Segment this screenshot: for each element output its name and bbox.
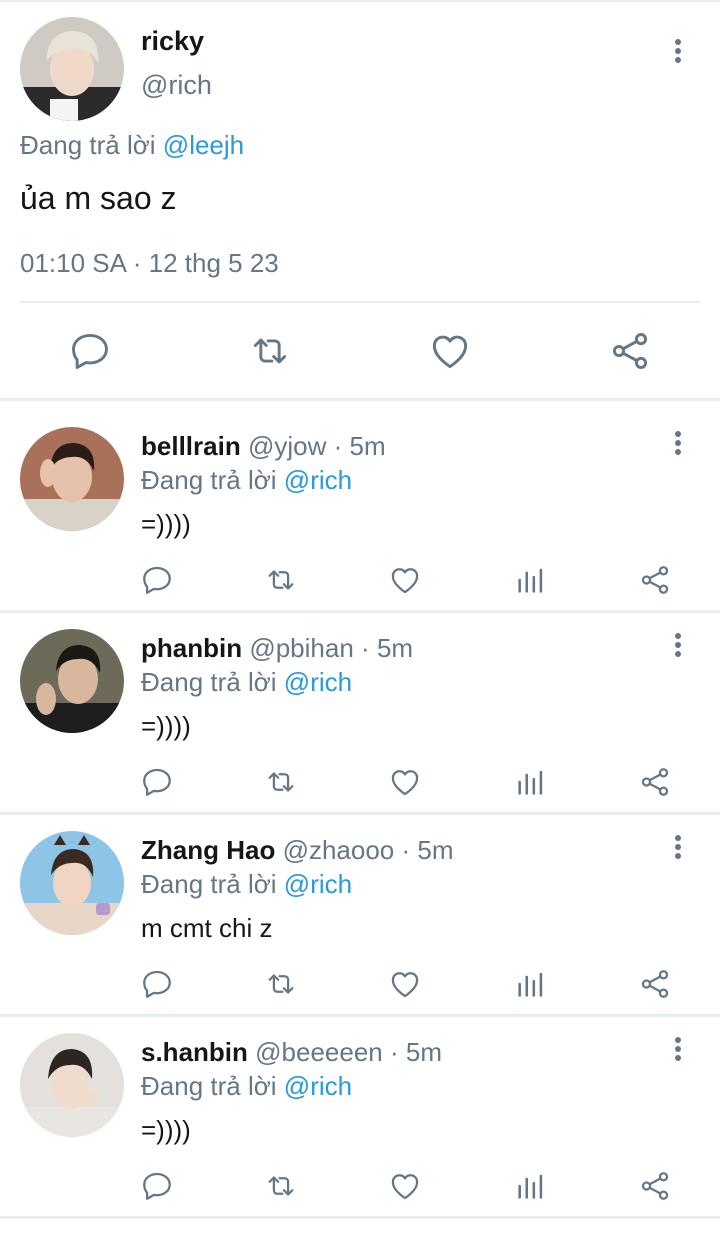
tweet-text: ủa m sao z xyxy=(20,180,177,216)
reply-header: belllrain @yjow · 5m xyxy=(141,431,386,462)
replying-prefix: Đang trả lời xyxy=(141,869,277,899)
user-handle[interactable]: @rich xyxy=(141,70,212,101)
separator-dot: · xyxy=(333,431,343,461)
share-icon[interactable] xyxy=(638,765,672,799)
retweet-icon[interactable] xyxy=(264,563,298,597)
replying-prefix: Đang trả lời xyxy=(141,1071,277,1101)
reply-icon[interactable] xyxy=(140,967,174,1001)
avatar[interactable] xyxy=(20,831,124,935)
separator-dot: · xyxy=(361,633,370,663)
more-icon[interactable] xyxy=(670,431,686,461)
retweet-icon[interactable] xyxy=(264,765,298,799)
like-icon[interactable] xyxy=(388,967,422,1001)
replying-to: Đang trả lời @rich xyxy=(141,667,352,698)
main-tweet: ricky @rich Đang trả lời @leejh ủa m sao… xyxy=(0,2,720,400)
retweet-icon[interactable] xyxy=(264,967,298,1001)
display-name[interactable]: phanbin xyxy=(141,633,242,663)
like-icon[interactable] xyxy=(428,329,472,373)
display-name[interactable]: Zhang Hao xyxy=(141,835,275,865)
replying-to-link[interactable]: @rich xyxy=(284,1071,352,1101)
avatar-image xyxy=(20,427,124,531)
reply-icon[interactable] xyxy=(140,563,174,597)
share-icon[interactable] xyxy=(638,1169,672,1203)
reply-text: =)))) xyxy=(141,509,191,539)
analytics-icon[interactable] xyxy=(514,967,548,1001)
analytics-icon[interactable] xyxy=(514,765,548,799)
avatar-image xyxy=(20,831,124,935)
like-icon[interactable] xyxy=(388,765,422,799)
reply-tweet[interactable]: s.hanbin @beeeeen · 5m Đang trả lời @ric… xyxy=(0,1007,720,1209)
reply-tweet[interactable]: phanbin @pbihan · 5m Đang trả lời @rich … xyxy=(0,603,720,805)
reply-header: Zhang Hao @zhaooo · 5m xyxy=(141,835,454,866)
avatar-image xyxy=(20,1033,124,1137)
user-handle[interactable]: @yjow xyxy=(248,431,326,461)
retweet-icon[interactable] xyxy=(248,329,292,373)
reply-age: 5m xyxy=(417,835,454,865)
replying-to-link[interactable]: @leejh xyxy=(163,130,244,160)
replying-prefix: Đang trả lời xyxy=(141,465,277,495)
avatar-image xyxy=(20,629,124,733)
avatar-image xyxy=(20,17,124,121)
display-name[interactable]: ricky xyxy=(141,26,204,57)
avatar[interactable] xyxy=(20,629,124,733)
reply-icon[interactable] xyxy=(140,765,174,799)
divider xyxy=(0,1216,720,1219)
share-icon[interactable] xyxy=(638,563,672,597)
divider xyxy=(20,301,700,303)
display-name[interactable]: s.hanbin xyxy=(141,1037,248,1067)
replying-to-link[interactable]: @rich xyxy=(284,869,352,899)
avatar[interactable] xyxy=(20,17,124,121)
avatar[interactable] xyxy=(20,1033,124,1137)
display-name[interactable]: belllrain xyxy=(141,431,241,461)
separator-dot: · xyxy=(401,835,411,865)
replying-to: Đang trả lời @leejh xyxy=(20,130,244,161)
reply-header: phanbin @pbihan · 5m xyxy=(141,633,413,664)
reply-text: m cmt chi z xyxy=(141,913,273,943)
like-icon[interactable] xyxy=(388,1169,422,1203)
reply-age: 5m xyxy=(376,633,414,663)
replying-to-link[interactable]: @rich xyxy=(284,465,352,495)
analytics-icon[interactable] xyxy=(514,1169,548,1203)
user-handle[interactable]: @zhaooo xyxy=(283,835,395,865)
reply-icon[interactable] xyxy=(140,1169,174,1203)
retweet-icon[interactable] xyxy=(264,1169,298,1203)
reply-icon[interactable] xyxy=(68,329,112,373)
replying-to: Đang trả lời @rich xyxy=(141,465,352,496)
reply-tweet[interactable]: Zhang Hao @zhaooo · 5m Đang trả lời @ric… xyxy=(0,805,720,1007)
reply-age: 5m xyxy=(349,431,386,461)
user-handle[interactable]: @pbihan xyxy=(249,633,353,663)
avatar[interactable] xyxy=(20,427,124,531)
reply-tweet[interactable]: belllrain @yjow · 5m Đang trả lời @rich … xyxy=(0,401,720,603)
reply-header: s.hanbin @beeeeen · 5m xyxy=(141,1037,442,1068)
more-icon[interactable] xyxy=(670,39,686,69)
tweet-timestamp[interactable]: 01:10 SA · 12 thg 5 23 xyxy=(20,248,279,279)
reply-age: 5m xyxy=(405,1037,443,1067)
separator-dot: · xyxy=(390,1037,399,1067)
more-icon[interactable] xyxy=(670,1037,686,1067)
reply-text: =)))) xyxy=(141,1115,191,1145)
replying-prefix: Đang trả lời xyxy=(20,130,156,160)
replying-prefix: Đang trả lời xyxy=(141,667,277,697)
replying-to: Đang trả lời @rich xyxy=(141,869,352,900)
replying-to-link[interactable]: @rich xyxy=(284,667,352,697)
user-handle[interactable]: @beeeeen xyxy=(255,1037,383,1067)
more-icon[interactable] xyxy=(670,835,686,865)
like-icon[interactable] xyxy=(388,563,422,597)
reply-text: =)))) xyxy=(141,711,191,741)
replying-to: Đang trả lời @rich xyxy=(141,1071,352,1102)
analytics-icon[interactable] xyxy=(514,563,548,597)
more-icon[interactable] xyxy=(670,633,686,663)
share-icon[interactable] xyxy=(638,967,672,1001)
share-icon[interactable] xyxy=(608,329,652,373)
